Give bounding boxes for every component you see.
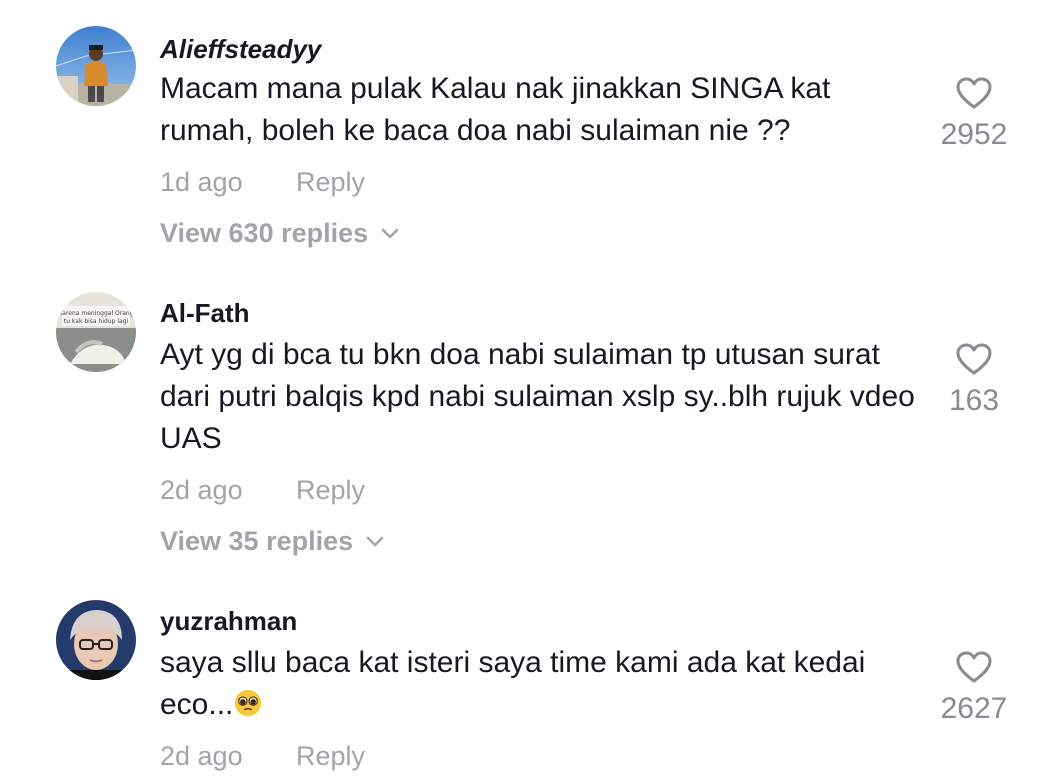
avatar-photo-icon bbox=[56, 600, 136, 680]
avatar[interactable] bbox=[56, 26, 136, 106]
comment-text: Macam mana pulak Kalau nak jinakkan SING… bbox=[160, 72, 831, 147]
reply-button[interactable]: Reply bbox=[296, 474, 365, 506]
heart-icon bbox=[956, 651, 992, 683]
avatar-caption: Karena meninggal Orang bbox=[58, 310, 133, 317]
like-count: 163 bbox=[948, 384, 1000, 417]
timestamp: 2d ago bbox=[160, 475, 243, 505]
svg-text:tu kak bisa hidup lagi: tu kak bisa hidup lagi bbox=[64, 318, 129, 325]
username[interactable]: yuzrahman bbox=[160, 606, 297, 636]
heart-icon bbox=[956, 343, 992, 375]
view-replies-label: View 630 replies bbox=[160, 218, 369, 248]
avatar[interactable]: Karena meninggal Orang tu kak bisa hidup… bbox=[56, 292, 136, 372]
timestamp: 1d ago bbox=[160, 167, 243, 197]
chevron-down-icon bbox=[381, 228, 399, 239]
view-replies-button[interactable]: View 35 replies bbox=[160, 525, 385, 557]
pleading-face-icon bbox=[235, 689, 262, 717]
like-button[interactable]: 2627 bbox=[919, 650, 1029, 726]
avatar-photo-icon: Karena meninggal Orang tu kak bisa hidup… bbox=[56, 292, 136, 372]
comment-text: Ayt yg di bca tu bkn doa nabi sulaiman t… bbox=[160, 338, 915, 455]
username[interactable]: Alieffsteadyy bbox=[160, 34, 321, 64]
like-count: 2627 bbox=[940, 692, 1008, 725]
like-button[interactable]: 2952 bbox=[919, 76, 1029, 152]
comment-text-content: saya sllu baca kat isteri saya time kami… bbox=[160, 646, 866, 721]
like-count: 2952 bbox=[940, 118, 1008, 151]
comment-meta: 1d ago Reply bbox=[160, 166, 365, 198]
view-replies-label: View 35 replies bbox=[160, 526, 354, 556]
timestamp: 2d ago bbox=[160, 741, 243, 771]
comment-meta: 2d ago Reply bbox=[160, 474, 365, 506]
reply-button[interactable]: Reply bbox=[296, 740, 365, 772]
comment-text: saya sllu baca kat isteri saya time kami… bbox=[160, 642, 920, 726]
view-replies-button[interactable]: View 630 replies bbox=[160, 217, 400, 249]
avatar-photo-icon bbox=[56, 26, 136, 106]
like-button[interactable]: 163 bbox=[919, 342, 1029, 418]
username[interactable]: Al-Fath bbox=[160, 298, 250, 328]
reply-button[interactable]: Reply bbox=[296, 166, 365, 198]
heart-icon bbox=[956, 77, 992, 109]
avatar[interactable] bbox=[56, 600, 136, 680]
chevron-down-icon bbox=[366, 536, 384, 547]
comment-meta: 2d ago Reply bbox=[160, 740, 365, 772]
